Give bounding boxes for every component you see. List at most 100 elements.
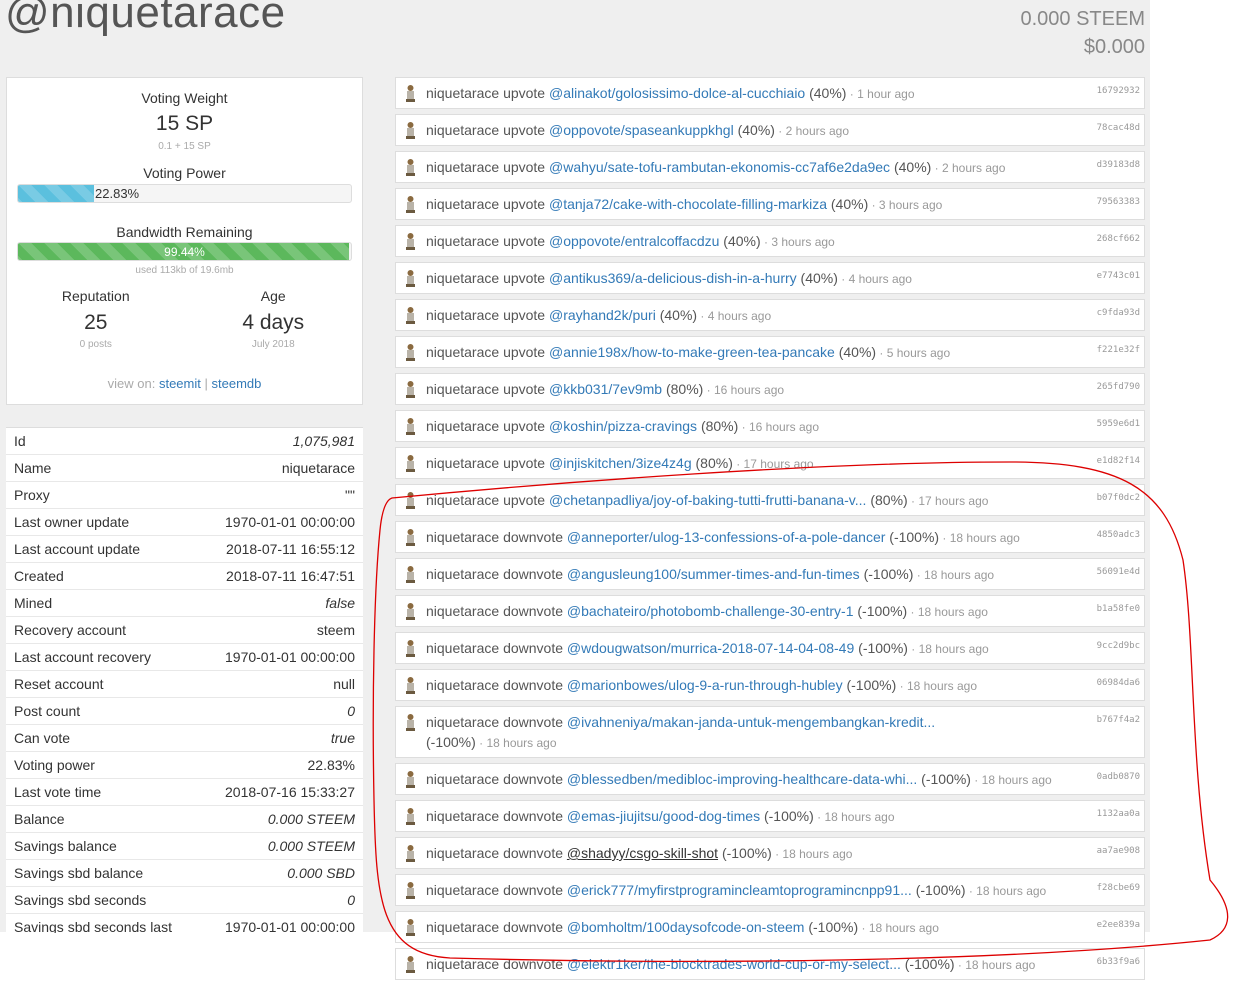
- transaction-id[interactable]: e2ee839a: [1097, 915, 1140, 935]
- vote-action: downvote: [503, 845, 563, 861]
- post-link[interactable]: @tanja72/cake-with-chocolate-filling-mar…: [549, 196, 827, 212]
- voter-name[interactable]: niquetarace: [426, 714, 499, 730]
- property-value: 1970-01-01 00:00:00: [225, 649, 355, 665]
- voter-name[interactable]: niquetarace: [426, 85, 499, 101]
- voter-name[interactable]: niquetarace: [426, 845, 499, 861]
- voter-name[interactable]: niquetarace: [426, 381, 499, 397]
- transaction-id[interactable]: e1d82f14: [1097, 451, 1140, 471]
- post-link[interactable]: @oppovote/spaseankuppkhgl: [549, 122, 734, 138]
- post-link[interactable]: @wahyu/sate-tofu-rambutan-ekonomis-cc7af…: [549, 159, 890, 175]
- steemit-link[interactable]: steemit: [159, 376, 201, 391]
- transaction-id[interactable]: 06984da6: [1097, 673, 1140, 693]
- voter-name[interactable]: niquetarace: [426, 307, 499, 323]
- voter-name[interactable]: niquetarace: [426, 122, 499, 138]
- post-link[interactable]: @bomholtm/100daysofcode-on-steem: [567, 919, 805, 935]
- post-link[interactable]: @wdougwatson/murrica-2018-07-14-04-08-49: [567, 640, 854, 656]
- transaction-id[interactable]: 1132aa0a: [1097, 804, 1140, 824]
- vote-percent: (-100%): [921, 771, 971, 787]
- post-link[interactable]: @emas-jiujitsu/good-dog-times: [567, 808, 760, 824]
- post-link[interactable]: @bachateiro/photobomb-challenge-30-entry…: [567, 603, 854, 619]
- voter-name[interactable]: niquetarace: [426, 956, 499, 972]
- voter-name[interactable]: niquetarace: [426, 270, 499, 286]
- post-link[interactable]: @shadyy/csgo-skill-shot: [567, 845, 718, 861]
- transaction-id[interactable]: f221e32f: [1097, 340, 1140, 360]
- transaction-id[interactable]: c9fda93d: [1097, 303, 1140, 323]
- post-link[interactable]: @marionbowes/ulog-9-a-run-through-hubley: [567, 677, 843, 693]
- transaction-id[interactable]: f28cbe69: [1097, 878, 1140, 898]
- post-link[interactable]: @annie198x/how-to-make-green-tea-pancake: [549, 344, 835, 360]
- voter-name[interactable]: niquetarace: [426, 455, 499, 471]
- avatar-icon: [406, 344, 415, 361]
- post-link[interactable]: @elektr1ker/the-blocktrades-world-cup-or…: [567, 956, 901, 972]
- post-link[interactable]: @alinakot/golosissimo-dolce-al-cucchiaio: [549, 85, 805, 101]
- view-on-label: view on:: [107, 376, 156, 391]
- steemdb-link[interactable]: steemdb: [212, 376, 262, 391]
- list-item: niquetarace upvote @alinakot/golosissimo…: [395, 77, 1145, 109]
- transaction-id[interactable]: 56091e4d: [1097, 562, 1140, 582]
- vote-action: upvote: [503, 344, 546, 360]
- post-link[interactable]: @blessedben/medibloc-improving-healthcar…: [567, 771, 917, 787]
- transaction-id[interactable]: b767f4a2: [1097, 710, 1140, 730]
- voter-name[interactable]: niquetarace: [426, 344, 499, 360]
- transaction-id[interactable]: 5959e6d1: [1097, 414, 1140, 434]
- voter-name[interactable]: niquetarace: [426, 492, 499, 508]
- transaction-id[interactable]: b07f0dc2: [1097, 488, 1140, 508]
- avatar-icon: [406, 233, 415, 250]
- table-row: Reset account null: [6, 671, 363, 698]
- list-item: niquetarace upvote @oppovote/entralcoffa…: [395, 225, 1145, 257]
- post-link[interactable]: @chetanpadliya/joy-of-baking-tutti-frutt…: [549, 492, 866, 508]
- transaction-id[interactable]: 16792932: [1097, 81, 1140, 101]
- voter-name[interactable]: niquetarace: [426, 196, 499, 212]
- property-value: 0.000 STEEM: [267, 838, 355, 854]
- transaction-id[interactable]: b1a58fe0: [1097, 599, 1140, 619]
- post-link[interactable]: @oppovote/entralcoffacdzu: [549, 233, 719, 249]
- voter-name[interactable]: niquetarace: [426, 566, 499, 582]
- voter-name[interactable]: niquetarace: [426, 677, 499, 693]
- voter-name[interactable]: niquetarace: [426, 233, 499, 249]
- voter-name[interactable]: niquetarace: [426, 640, 499, 656]
- property-key: Mined: [14, 595, 53, 611]
- voter-name[interactable]: niquetarace: [426, 159, 499, 175]
- voter-name[interactable]: niquetarace: [426, 882, 499, 898]
- voter-name[interactable]: niquetarace: [426, 603, 499, 619]
- transaction-id[interactable]: 268cf662: [1097, 229, 1140, 249]
- vote-time: 18 hours ago: [906, 679, 977, 693]
- post-link[interactable]: @ivahneniya/makan-janda-untuk-mengembang…: [567, 714, 935, 730]
- post-link[interactable]: @rayhand2k/puri: [549, 307, 656, 323]
- vote-percent: (80%): [700, 418, 739, 434]
- account-title: @niquetarace: [5, 0, 286, 37]
- transaction-id[interactable]: 6b33f9a6: [1097, 952, 1140, 972]
- transaction-id[interactable]: 265fd790: [1097, 377, 1140, 397]
- transaction-id[interactable]: d39183d8: [1097, 155, 1140, 175]
- post-link[interactable]: @injiskitchen/3ize4z4g: [549, 455, 692, 471]
- list-item: niquetarace downvote @wdougwatson/murric…: [395, 632, 1145, 664]
- avatar-icon: [406, 845, 415, 862]
- voter-name[interactable]: niquetarace: [426, 529, 499, 545]
- property-key: Last owner update: [14, 514, 130, 530]
- vote-percent: (-100%): [846, 677, 897, 693]
- post-link[interactable]: @anneporter/ulog-13-confessions-of-a-pol…: [567, 529, 886, 545]
- vote-action: downvote: [503, 956, 563, 972]
- table-row: Proxy "": [6, 482, 363, 509]
- voter-name[interactable]: niquetarace: [426, 808, 499, 824]
- transaction-id[interactable]: 78cac48d: [1097, 118, 1140, 138]
- usd-value: $0.000: [1083, 36, 1145, 58]
- post-link[interactable]: @koshin/pizza-cravings: [549, 418, 697, 434]
- avatar-icon: [406, 956, 415, 973]
- vote-percent: (40%): [838, 344, 877, 360]
- post-link[interactable]: @erick777/myfirstprogramincleamtoprogram…: [567, 882, 912, 898]
- transaction-id[interactable]: 0adb0870: [1097, 767, 1140, 787]
- transaction-id[interactable]: 79563383: [1097, 192, 1140, 212]
- post-link[interactable]: @antikus369/a-delicious-dish-in-a-hurry: [549, 270, 797, 286]
- transaction-id[interactable]: 4850adc3: [1097, 525, 1140, 545]
- post-link[interactable]: @kkb031/7ev9mb: [549, 381, 662, 397]
- vote-time: 2 hours ago: [941, 161, 1006, 175]
- voter-name[interactable]: niquetarace: [426, 418, 499, 434]
- voter-name[interactable]: niquetarace: [426, 919, 499, 935]
- transaction-id[interactable]: 9cc2d9bc: [1097, 636, 1140, 656]
- post-link[interactable]: @angusleung100/summer-times-and-fun-time…: [567, 566, 860, 582]
- transaction-id[interactable]: e7743c01: [1097, 266, 1140, 286]
- voter-name[interactable]: niquetarace: [426, 771, 499, 787]
- transaction-id[interactable]: aa7ae908: [1097, 841, 1140, 861]
- vote-time: 18 hours ago: [918, 642, 989, 656]
